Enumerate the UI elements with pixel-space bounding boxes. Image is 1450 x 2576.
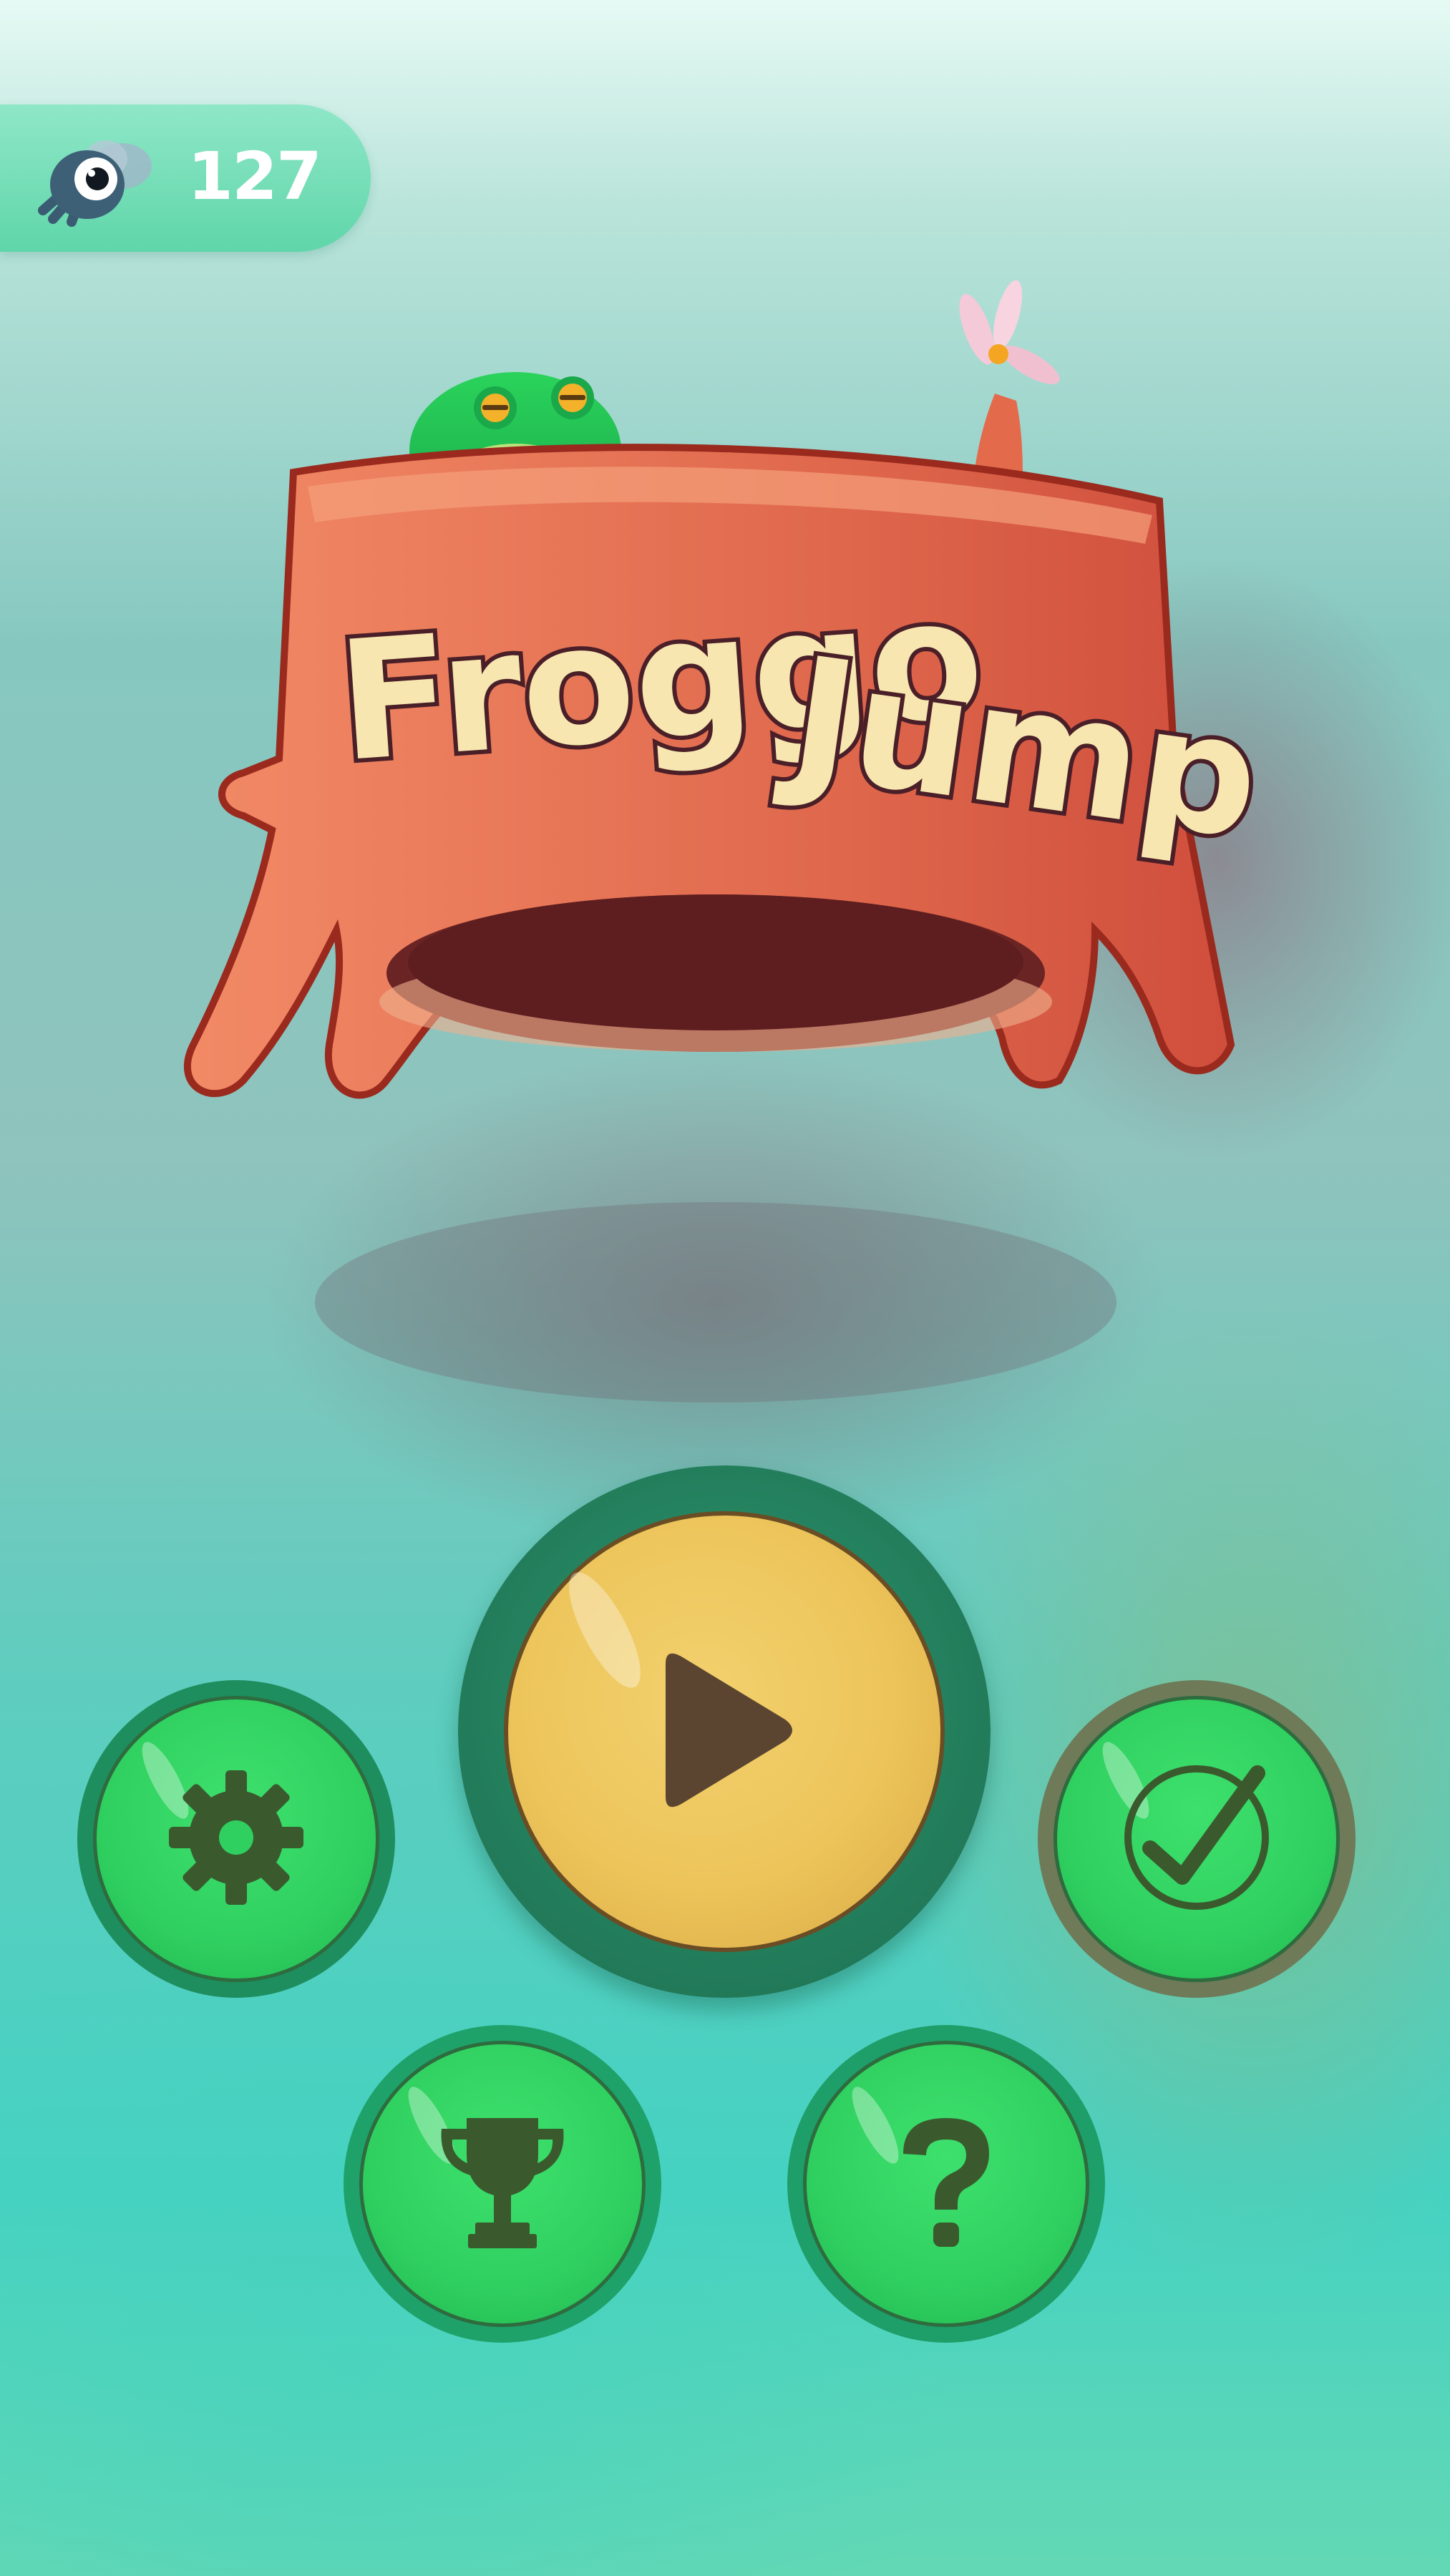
fly-icon	[29, 125, 157, 232]
question-mark-icon	[889, 2111, 1003, 2257]
help-button[interactable]	[787, 2025, 1105, 2343]
game-logo: Froggo Jump	[184, 280, 1275, 1402]
settings-button[interactable]	[77, 1680, 395, 1998]
trophy-icon	[431, 2111, 574, 2257]
logo-artwork: Froggo Jump	[184, 280, 1275, 1402]
play-icon	[653, 1648, 796, 1815]
checkmark-icon	[1118, 1759, 1275, 1919]
score-panel: 127	[0, 104, 371, 252]
gear-icon	[165, 1766, 308, 1912]
leaderboard-button[interactable]	[344, 2025, 661, 2343]
score-value: 127	[188, 138, 322, 215]
play-button[interactable]	[458, 1465, 991, 1998]
achievements-button[interactable]	[1038, 1680, 1356, 1998]
